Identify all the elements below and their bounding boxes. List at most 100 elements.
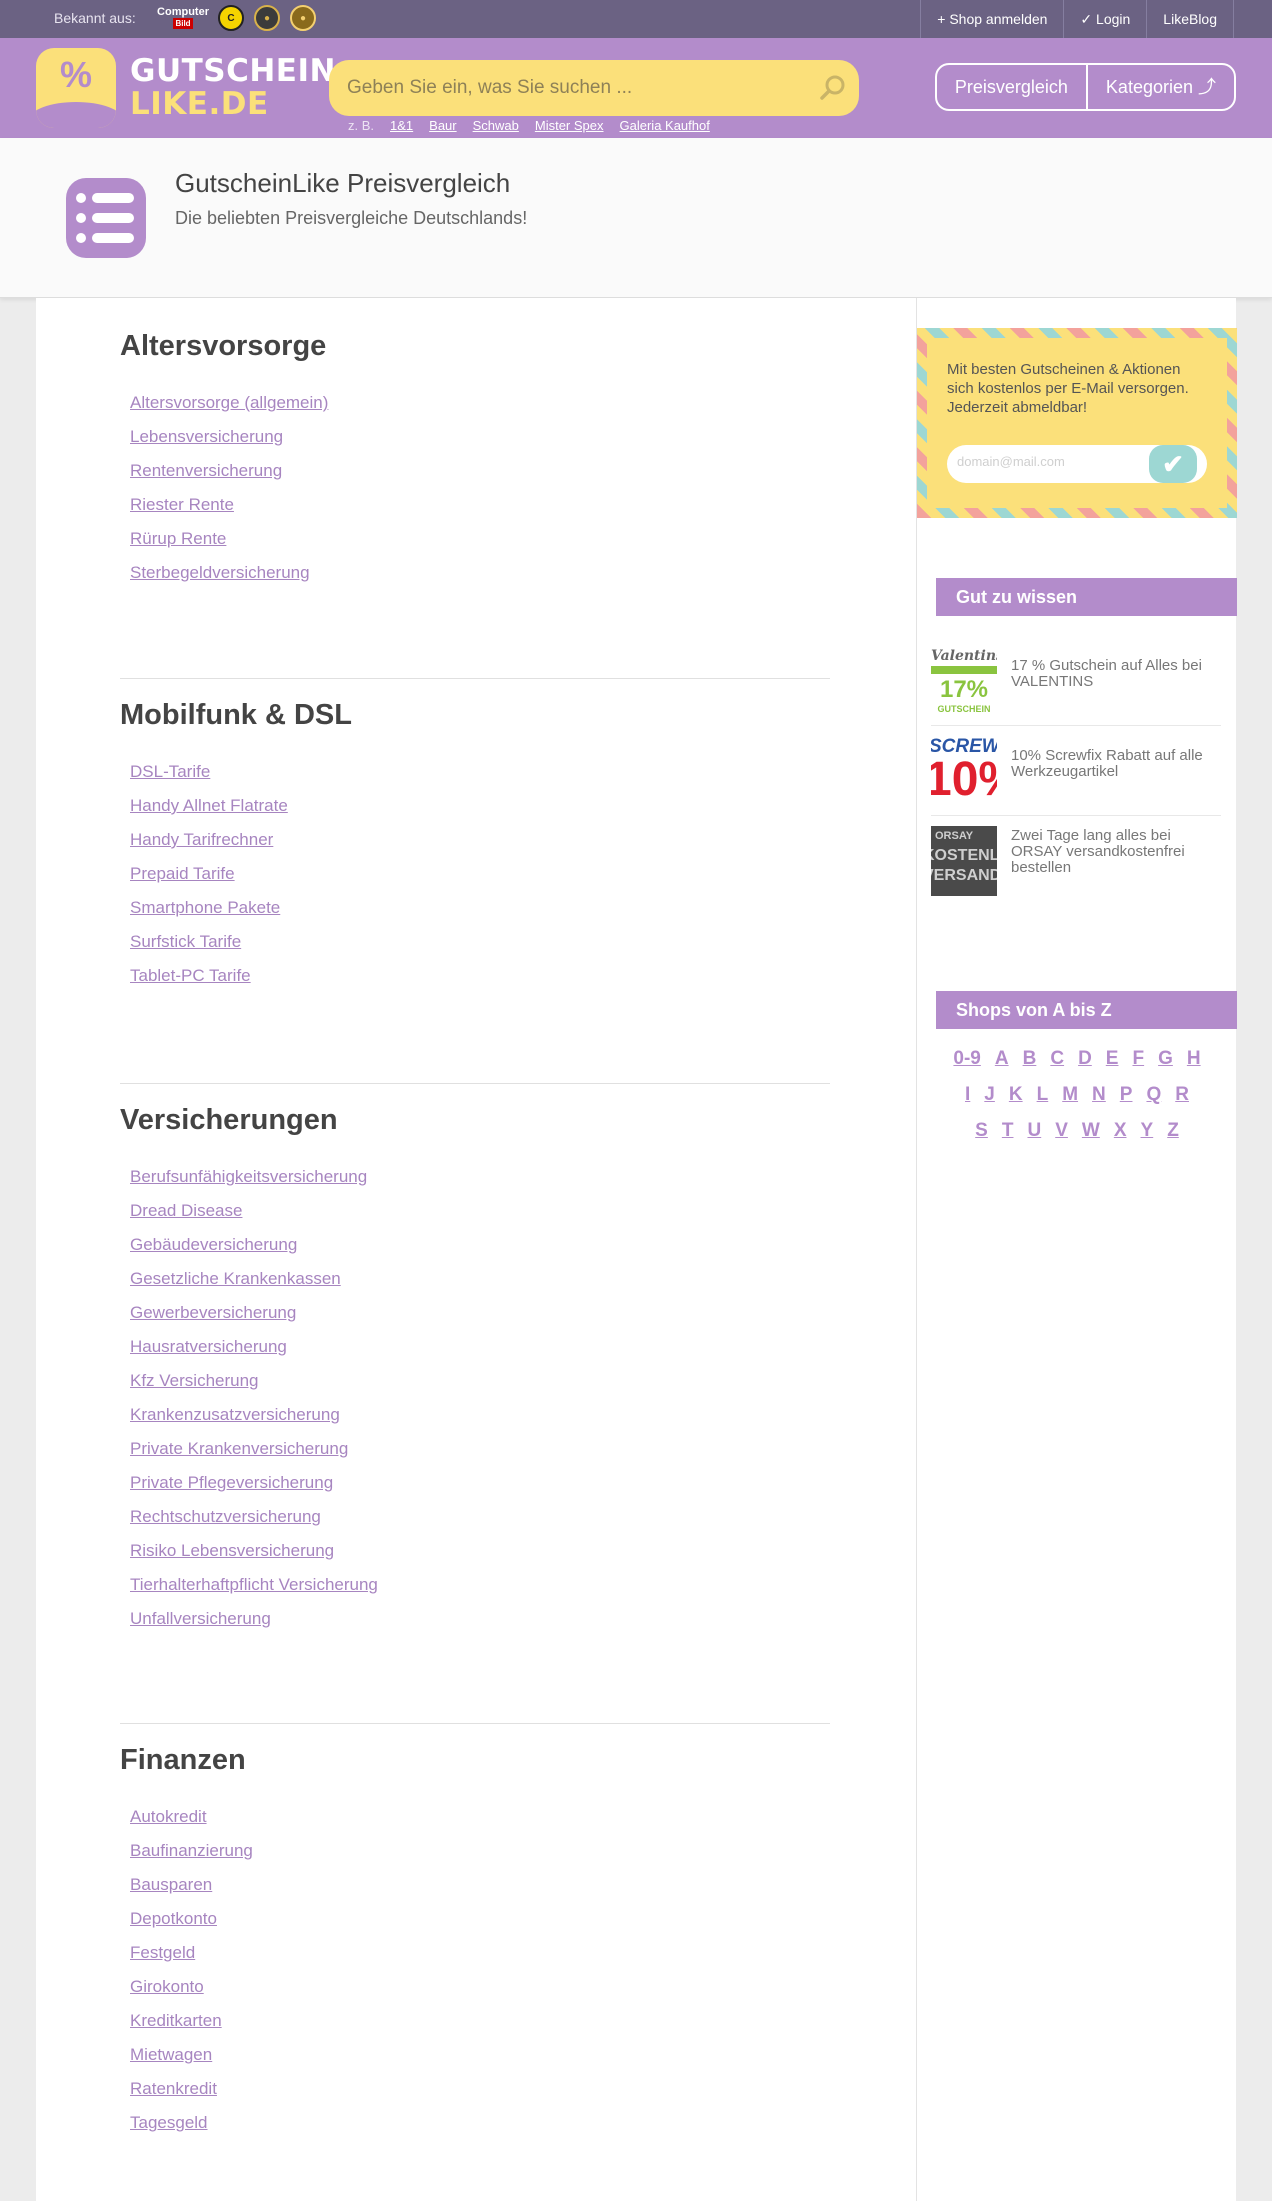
az-letter-link[interactable]: W (1082, 1120, 1100, 1156)
comparison-link[interactable]: Hausratversicherung (130, 1337, 287, 1356)
comparison-link[interactable]: Kfz Versicherung (130, 1371, 259, 1390)
comparison-link[interactable]: Autokredit (130, 1807, 207, 1826)
comparison-link[interactable]: Altersvorsorge (allgemein) (130, 393, 328, 412)
login-link[interactable]: ✓ Login (1063, 0, 1146, 38)
comparison-link[interactable]: Handy Tarifrechner (130, 830, 273, 849)
comparison-link[interactable]: Baufinanzierung (130, 1841, 253, 1860)
likeblog-link[interactable]: LikeBlog (1146, 0, 1234, 38)
tip-item[interactable]: SCREWFIX 10% 10% Screwfix Rabatt auf all… (931, 726, 1221, 816)
tip-text[interactable]: Zwei Tage lang alles bei ORSAY versandko… (1011, 828, 1221, 876)
suggest-link[interactable]: Schwab (473, 118, 519, 133)
category-section: Altersvorsorge Altersvorsorge (allgemein… (120, 330, 830, 597)
suggest-link[interactable]: Baur (429, 118, 456, 133)
az-letter-link[interactable]: B (1023, 1048, 1037, 1084)
tip-text[interactable]: 10% Screwfix Rabatt auf alle Werkzeugart… (1011, 748, 1221, 780)
newsletter-box: Mit besten Gutscheinen & Aktionen sich k… (917, 328, 1237, 518)
section-divider (120, 1723, 830, 1724)
comparison-link[interactable]: Private Krankenversicherung (130, 1439, 348, 1458)
comparison-link[interactable]: Unfallversicherung (130, 1609, 271, 1628)
az-letter-link[interactable]: T (1002, 1120, 1014, 1156)
suggest-link[interactable]: Mister Spex (535, 118, 604, 133)
comparison-link[interactable]: Smartphone Pakete (130, 898, 280, 917)
az-letter-link[interactable]: M (1062, 1084, 1078, 1120)
comparison-link[interactable]: Sterbegeldversicherung (130, 563, 310, 582)
az-letter-link[interactable]: C (1050, 1048, 1064, 1084)
suggest-prefix: z. B. (348, 118, 375, 133)
az-letter-link[interactable]: R (1175, 1084, 1189, 1120)
comparison-link[interactable]: Tagesgeld (130, 2113, 208, 2132)
main-content: Altersvorsorge Altersvorsorge (allgemein… (36, 298, 916, 2201)
az-letter-link[interactable]: X (1114, 1120, 1127, 1156)
az-letter-link[interactable]: N (1092, 1084, 1106, 1120)
comparison-link[interactable]: Festgeld (130, 1943, 195, 1962)
comparison-link[interactable]: Rentenversicherung (130, 461, 282, 480)
az-letter-link[interactable]: P (1120, 1084, 1133, 1120)
az-letter-link[interactable]: E (1106, 1048, 1119, 1084)
comparison-link[interactable]: Rürup Rente (130, 529, 226, 548)
az-letter-link[interactable]: L (1037, 1084, 1049, 1120)
az-letter-link[interactable]: K (1009, 1084, 1023, 1120)
good-to-know-heading: Gut zu wissen (936, 578, 1237, 616)
comparison-link[interactable]: Berufsunfähigkeitsversicherung (130, 1167, 367, 1186)
search-box (329, 60, 859, 116)
shop-register-link[interactable]: + Shop anmelden (920, 0, 1063, 38)
press-badges: Computer Bild C ● ● (157, 5, 316, 31)
tip-item[interactable]: Valentins 17% GUTSCHEIN 17 % Gutschein a… (931, 636, 1221, 726)
comparison-link[interactable]: Riester Rente (130, 495, 234, 514)
comparison-link[interactable]: Gewerbeversicherung (130, 1303, 296, 1322)
search-input[interactable] (347, 72, 787, 104)
comparison-link[interactable]: Lebensversicherung (130, 427, 283, 446)
site-header: % GUTSCHEIN LIKE.DE z. B. 1&1 Baur Schwa… (0, 38, 1272, 138)
section-title: Altersvorsorge (120, 330, 327, 362)
known-from-label: Bekannt aus: (54, 10, 136, 26)
az-letter-link[interactable]: Z (1167, 1120, 1179, 1156)
az-letter-link[interactable]: V (1055, 1120, 1068, 1156)
categories-button[interactable]: Kategorien ⤴ (1088, 65, 1234, 109)
comparison-link[interactable]: Prepaid Tarife (130, 864, 235, 883)
tip-item[interactable]: ORSAY KOSTENLOS VERSAND Zwei Tage lang a… (931, 816, 1221, 906)
comparison-link[interactable]: Rechtschutzversicherung (130, 1507, 321, 1526)
award-badge-icon: ● (290, 5, 316, 31)
comparison-link[interactable]: Bausparen (130, 1875, 212, 1894)
category-section: Finanzen Autokredit Baufinanzierung Baus… (120, 1744, 830, 2147)
az-letter-link[interactable]: G (1158, 1048, 1173, 1084)
newsletter-submit-button[interactable]: ✔ (1149, 445, 1197, 483)
comparison-link[interactable]: Depotkonto (130, 1909, 217, 1928)
comparison-link[interactable]: Private Pflegeversicherung (130, 1473, 333, 1492)
az-letter-link[interactable]: I (965, 1084, 970, 1120)
comparison-link[interactable]: Gebäudeversicherung (130, 1235, 297, 1254)
comparison-link[interactable]: Tierhalterhaftpflicht Versicherung (130, 1575, 378, 1594)
az-letter-link[interactable]: J (984, 1084, 995, 1120)
az-letter-link[interactable]: Q (1146, 1084, 1161, 1120)
comparison-link[interactable]: Kreditkarten (130, 2011, 222, 2030)
suggest-link[interactable]: 1&1 (390, 118, 413, 133)
az-letter-link[interactable]: H (1187, 1048, 1201, 1084)
comparison-link[interactable]: DSL-Tarife (130, 762, 210, 781)
category-section: Mobilfunk & DSL DSL-Tarife Handy Allnet … (120, 699, 830, 1000)
az-letter-link[interactable]: A (995, 1048, 1009, 1084)
az-letter-link[interactable]: Y (1141, 1120, 1154, 1156)
comparison-link[interactable]: Girokonto (130, 1977, 204, 1996)
comparison-link[interactable]: Handy Allnet Flatrate (130, 796, 288, 815)
comparison-link[interactable]: Surfstick Tarife (130, 932, 241, 951)
az-letter-link[interactable]: 0-9 (953, 1048, 980, 1084)
comparison-link[interactable]: Risiko Lebensversicherung (130, 1541, 334, 1560)
comparison-link[interactable]: Ratenkredit (130, 2079, 217, 2098)
tip-text[interactable]: 17 % Gutschein auf Alles bei VALENTINS (1011, 658, 1221, 690)
suggest-link[interactable]: Galeria Kaufhof (620, 118, 710, 133)
newsletter-email-input[interactable] (957, 454, 1157, 469)
site-logo[interactable]: % GUTSCHEIN LIKE.DE (36, 48, 336, 128)
comparison-link[interactable]: Dread Disease (130, 1201, 242, 1220)
az-letter-link[interactable]: U (1027, 1120, 1041, 1156)
orsay-thumbnail: ORSAY KOSTENLOS VERSAND (931, 826, 997, 896)
price-comparison-button[interactable]: Preisvergleich (937, 65, 1088, 109)
comparison-link[interactable]: Krankenzusatzversicherung (130, 1405, 340, 1424)
az-letter-link[interactable]: F (1132, 1048, 1144, 1084)
comparison-link[interactable]: Gesetzliche Krankenkassen (130, 1269, 341, 1288)
az-letter-link[interactable]: S (975, 1120, 988, 1156)
page-subtitle: Die beliebten Preisvergleiche Deutschlan… (175, 208, 528, 228)
search-icon[interactable] (819, 74, 847, 102)
comparison-link[interactable]: Mietwagen (130, 2045, 212, 2064)
az-letter-link[interactable]: D (1078, 1048, 1092, 1084)
comparison-link[interactable]: Tablet-PC Tarife (130, 966, 251, 985)
